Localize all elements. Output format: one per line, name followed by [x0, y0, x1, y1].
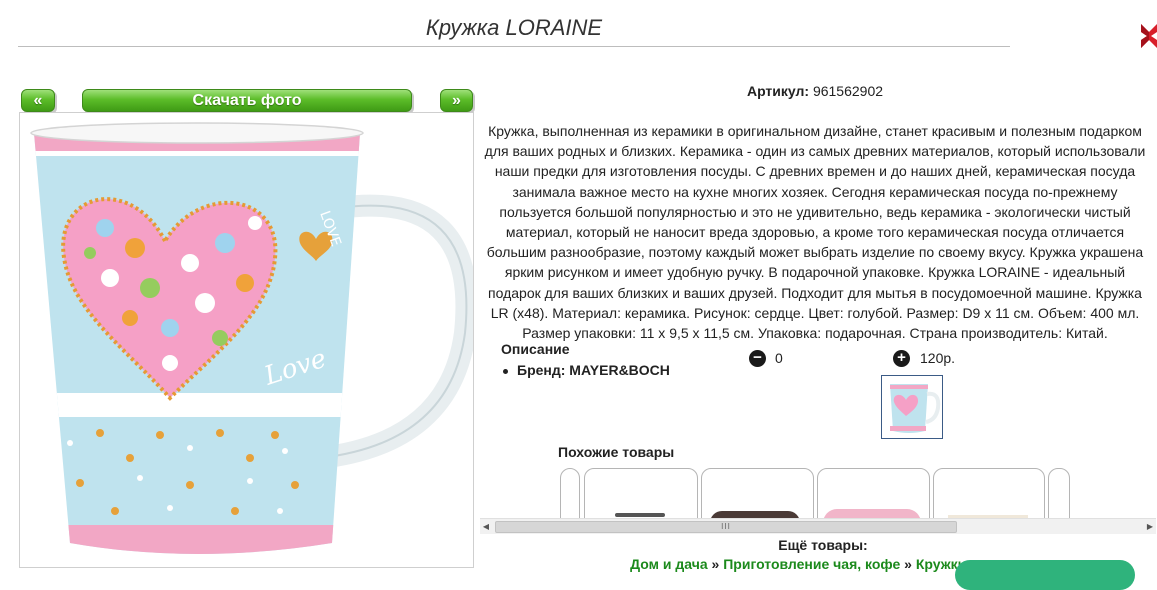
- article-value: 961562902: [812, 83, 884, 99]
- article-line: Артикул: 961562902: [480, 83, 1150, 99]
- similar-product-card[interactable]: [560, 468, 580, 520]
- similar-product-card[interactable]: [584, 468, 698, 520]
- carousel-scrollbar[interactable]: ◀ III ▶: [480, 518, 1156, 534]
- breadcrumb-link-home[interactable]: Дом и дача: [630, 556, 708, 572]
- close-icon[interactable]: [1139, 18, 1157, 50]
- description-heading: Описание: [501, 341, 570, 357]
- brand-list-item: Бренд: MAYER&BOCH: [503, 362, 670, 378]
- quantity-value: 0: [775, 350, 783, 366]
- minus-icon[interactable]: −: [749, 350, 766, 367]
- product-thumbnail[interactable]: [881, 375, 943, 439]
- bullet-icon: [503, 368, 508, 374]
- chat-widget[interactable]: [955, 560, 1135, 590]
- similar-product-card[interactable]: [933, 468, 1045, 520]
- scroll-right-icon[interactable]: ▶: [1144, 522, 1156, 531]
- similar-products-heading: Похожие товары: [558, 444, 675, 460]
- download-photo-button[interactable]: Скачать фото: [82, 89, 412, 112]
- scroll-left-icon[interactable]: ◀: [480, 522, 492, 531]
- breadcrumb-link-tea[interactable]: Приготовление чая, кофе: [723, 556, 900, 572]
- product-photo[interactable]: Love LOVE: [19, 112, 474, 568]
- price-value: 120р.: [920, 350, 956, 366]
- similar-product-card[interactable]: [701, 468, 814, 520]
- title-divider: [18, 46, 1010, 47]
- brand-text: Бренд: MAYER&BOCH: [517, 362, 670, 378]
- article-label: Артикул:: [746, 83, 810, 99]
- prev-photo-button[interactable]: «: [21, 89, 55, 112]
- product-description: Кружка, выполненная из керамики в оригин…: [484, 123, 1146, 342]
- next-photo-button[interactable]: »: [440, 89, 473, 112]
- more-products-heading: Ещё товары:: [778, 537, 868, 553]
- similar-products-carousel[interactable]: [480, 464, 1156, 520]
- similar-product-card[interactable]: [817, 468, 930, 520]
- breadcrumb-separator: »: [904, 556, 912, 572]
- breadcrumb-separator: »: [711, 556, 720, 572]
- scroll-thumb[interactable]: III: [495, 521, 957, 533]
- plus-icon[interactable]: +: [893, 350, 910, 367]
- similar-product-card[interactable]: [1048, 468, 1070, 520]
- page-title: Кружка LORAINE: [425, 15, 603, 40]
